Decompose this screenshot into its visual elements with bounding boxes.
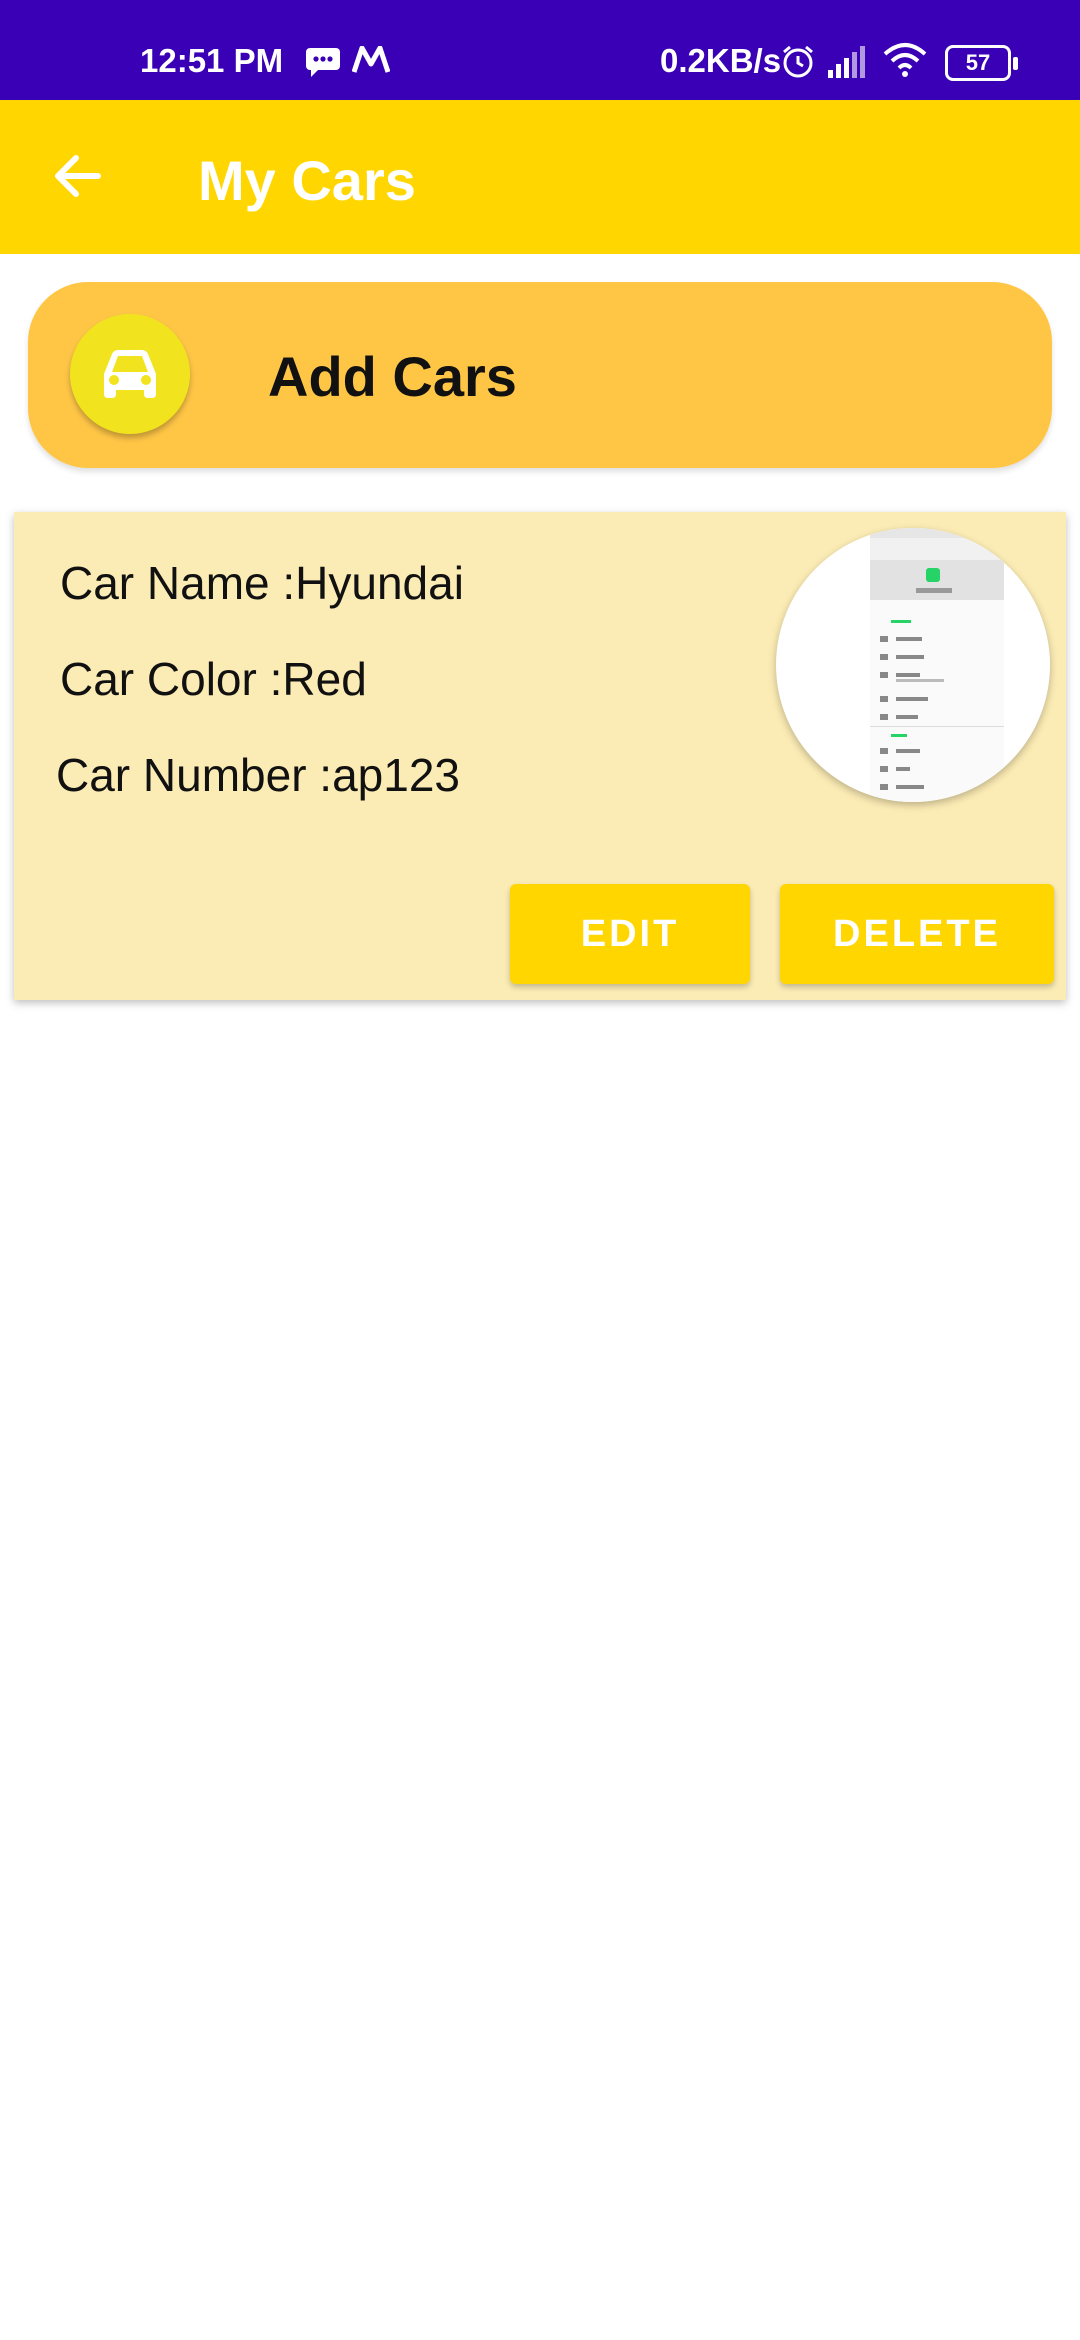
back-button[interactable] [48, 146, 108, 206]
app-bar: My Cars [0, 100, 1080, 254]
car-icon-circle [70, 314, 190, 434]
battery-icon: 57 [945, 45, 1018, 81]
status-time: 12:51 PM [140, 42, 284, 79]
signal-icon [828, 44, 870, 86]
m-app-icon [351, 44, 391, 83]
car-number: Car Number :ap123 [56, 749, 460, 801]
car-photo [776, 528, 1050, 802]
delete-button[interactable]: DELETE [780, 884, 1054, 984]
edit-button[interactable]: EDIT [510, 884, 750, 984]
add-cars-label: Add Cars [268, 345, 517, 408]
network-speed: 0.2KB/s [660, 42, 782, 79]
alarm-icon [780, 44, 816, 88]
car-name: Car Name :Hyundai [60, 557, 464, 609]
page-title: My Cars [198, 149, 416, 212]
message-icon [305, 47, 341, 85]
status-bar: 12:51 PM 0.2KB/s 57 [0, 0, 1080, 100]
car-card: Car Name :Hyundai Car Color :Red Car Num… [14, 512, 1066, 1000]
wifi-icon [882, 42, 928, 86]
car-icon [104, 350, 156, 398]
add-cars-button[interactable]: Add Cars [28, 282, 1052, 468]
car-color: Car Color :Red [60, 653, 367, 705]
arrow-left-icon [55, 155, 101, 197]
